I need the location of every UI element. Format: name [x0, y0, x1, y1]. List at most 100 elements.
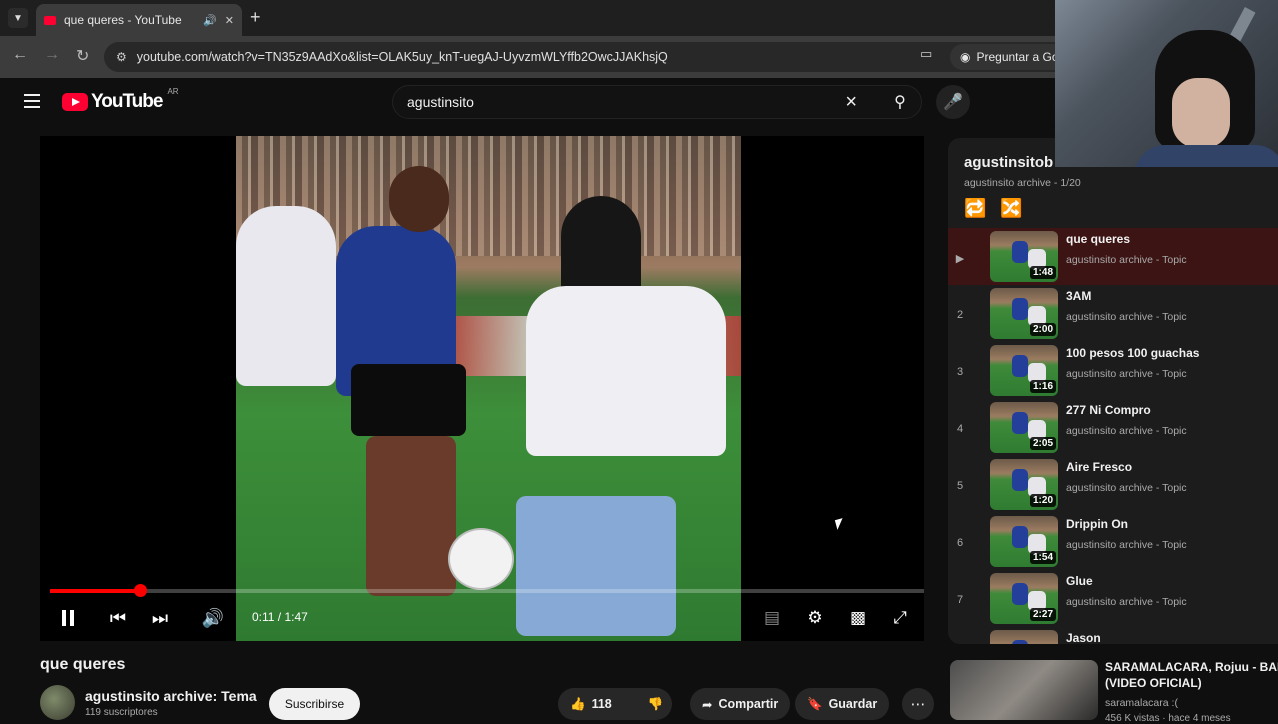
- playlist-item-duration: 1:20: [1029, 494, 1056, 507]
- tab-search-icon[interactable]: ▼: [8, 8, 28, 28]
- playlist-item-index: 5: [956, 480, 964, 492]
- playlist-item-text: 100 pesos 100 guachas agustinsito archive…: [1066, 346, 1199, 380]
- playlist-title[interactable]: agustinsitob: [964, 154, 1053, 171]
- video-player-shorts: [351, 364, 466, 436]
- webcam-person-shirt: [1135, 145, 1278, 167]
- playlist-item-thumbnail: [990, 630, 1058, 644]
- new-tab-icon[interactable]: +: [250, 8, 261, 26]
- recommended-channel[interactable]: saramalacara :(: [1105, 697, 1178, 709]
- audio-playing-icon[interactable]: 🔊: [203, 14, 217, 27]
- scrubber-handle[interactable]: [134, 584, 148, 597]
- playlist-item-thumbnail: 1:20: [990, 459, 1058, 510]
- video-player-head: [389, 166, 449, 232]
- video-player[interactable]: [40, 136, 924, 641]
- playlist-item-thumbnail: 1:16: [990, 345, 1058, 396]
- playlist-owner[interactable]: agustinsito archive: [964, 177, 1051, 189]
- thumbs-down-icon: 👎: [647, 696, 664, 711]
- playlist-item-thumbnail: 2:05: [990, 402, 1058, 453]
- search-icon[interactable]: ⚲: [879, 85, 921, 119]
- video-frame: [236, 136, 741, 641]
- playlist-item-artist: agustinsito archive - Topic: [1066, 539, 1187, 551]
- playlist-item-index: 3: [956, 366, 964, 378]
- volume-icon[interactable]: 🔊: [201, 606, 225, 630]
- playlist-item-thumbnail: 1:48: [990, 231, 1058, 282]
- reload-icon[interactable]: ↻: [76, 46, 89, 66]
- playlist-item-artist: agustinsito archive - Topic: [1066, 596, 1187, 608]
- youtube-logo[interactable]: YouTube AR: [62, 87, 179, 113]
- recommended-title-line2: (VIDEO OFICIAL): [1105, 676, 1202, 690]
- close-tab-icon[interactable]: ✕: [225, 14, 234, 27]
- recommended-video-thumbnail[interactable]: [950, 660, 1098, 720]
- playlist-item[interactable]: 4 2:05 277 Ni Compro agustinsito archive - …: [948, 399, 1278, 456]
- pause-icon[interactable]: [56, 606, 80, 630]
- video-title: que queres: [40, 656, 126, 673]
- subtitles-icon[interactable]: ▤: [760, 606, 784, 630]
- skip-next-icon[interactable]: ⏭: [148, 606, 172, 630]
- clear-search-icon[interactable]: ×: [845, 91, 857, 114]
- playlist-item[interactable]: 2 2:00 3AM agustinsito archive - Topic: [948, 285, 1278, 342]
- share-label: Compartir: [718, 697, 779, 711]
- playlist-item-title: que queres: [1066, 232, 1131, 246]
- install-app-icon[interactable]: ▭: [920, 46, 932, 62]
- gear-icon[interactable]: ⚙: [803, 606, 827, 630]
- playlist-item-duration: 1:54: [1029, 551, 1056, 564]
- playlist-item-duration: 2:05: [1029, 437, 1056, 450]
- webcam-person-face: [1172, 78, 1230, 148]
- progress-bar[interactable]: [50, 584, 924, 597]
- like-button[interactable]: 👍 118: [558, 688, 624, 720]
- fullscreen-icon[interactable]: ⤢: [888, 606, 912, 630]
- playlist-subtitle: agustinsito archive - 1/20: [964, 177, 1081, 189]
- skip-previous-icon[interactable]: ⏮: [106, 606, 130, 630]
- video-player-right-legs: [516, 496, 676, 636]
- forward-arrow-icon[interactable]: →: [44, 46, 60, 64]
- channel-name[interactable]: agustinsito archive: Tema: [85, 688, 257, 704]
- playlist-item-title: Glue: [1066, 574, 1093, 588]
- voice-search-icon[interactable]: 🎤: [936, 85, 970, 119]
- playlist-item-thumbnail: 2:27: [990, 573, 1058, 624]
- playlist-item[interactable]: 6 1:54 Drippin On agustinsito archive - Top…: [948, 513, 1278, 570]
- search-input[interactable]: agustinsito: [407, 94, 845, 110]
- shuffle-icon[interactable]: 🔀: [1000, 198, 1022, 219]
- playlist-item-text: Drippin On agustinsito archive - Topic: [1066, 517, 1187, 551]
- playlist-item[interactable]: Jason: [948, 627, 1278, 644]
- playlist-panel: agustinsitob agustinsito archive - 1/20 …: [948, 138, 1278, 644]
- save-button[interactable]: 🔖 Guardar: [795, 688, 890, 720]
- menu-icon[interactable]: [24, 94, 40, 108]
- playlist-item[interactable]: 7 2:27 Glue agustinsito archive - Topic: [948, 570, 1278, 627]
- playlist-item-artist: agustinsito archive - Topic: [1066, 482, 1187, 494]
- playlist-item-text: que queres agustinsito archive - Topic: [1066, 232, 1187, 266]
- browser-tab-active[interactable]: que queres - YouTube 🔊 ✕: [36, 4, 242, 36]
- youtube-play-logo-icon: [62, 93, 88, 111]
- theater-mode-icon[interactable]: ▩: [846, 606, 870, 630]
- channel-avatar[interactable]: [40, 685, 75, 720]
- back-arrow-icon[interactable]: ←: [12, 46, 28, 64]
- playlist-item-artist: agustinsito archive - Topic: [1066, 254, 1187, 266]
- playlist-item[interactable]: 3 1:16 100 pesos 100 guachas agustinsito ar…: [948, 342, 1278, 399]
- tab-title: que queres - YouTube: [64, 13, 182, 27]
- site-info-icon[interactable]: ⚙: [116, 50, 127, 64]
- country-code: AR: [167, 87, 179, 96]
- share-button[interactable]: ➦ Compartir: [690, 688, 791, 720]
- more-actions-icon[interactable]: ⋯: [902, 688, 934, 720]
- playlist-item-artist: agustinsito archive - Topic: [1066, 311, 1187, 323]
- like-count: 118: [591, 697, 612, 711]
- dislike-button[interactable]: 👎: [636, 688, 676, 720]
- playlist-item-title: 100 pesos 100 guachas: [1066, 346, 1200, 360]
- playlist-item-index: 7: [956, 594, 964, 606]
- thumbs-up-icon: 👍: [570, 696, 586, 711]
- playlist-item-index: 2: [956, 309, 964, 321]
- playlist-item[interactable]: 5 1:20 Aire Fresco agustinsito archive - To…: [948, 456, 1278, 513]
- ask-google-button[interactable]: ◉ Preguntar a Go: [950, 44, 1069, 70]
- playlist-item[interactable]: ▶ 1:48 que queres agustinsito archive - Top…: [948, 228, 1278, 285]
- recommended-video-title[interactable]: SARAMALACARA, Rojuu - BAP$ (VIDEO OFICIA…: [1105, 659, 1278, 691]
- time-display: 0:11 / 1:47: [252, 610, 308, 624]
- playlist-item-title: Drippin On: [1066, 517, 1128, 531]
- subscribe-button[interactable]: Suscribirse: [269, 688, 360, 720]
- loop-icon[interactable]: 🔁: [964, 198, 986, 219]
- search-box[interactable]: agustinsito × ⚲: [392, 85, 922, 119]
- video-player-legs: [366, 436, 456, 596]
- recommended-title-line1: SARAMALACARA, Rojuu - BAP$: [1105, 660, 1278, 674]
- playlist-item-text: Aire Fresco agustinsito archive - Topic: [1066, 460, 1187, 494]
- bookmark-icon: 🔖: [807, 696, 823, 711]
- playlist-item-duration: 1:48: [1029, 266, 1056, 279]
